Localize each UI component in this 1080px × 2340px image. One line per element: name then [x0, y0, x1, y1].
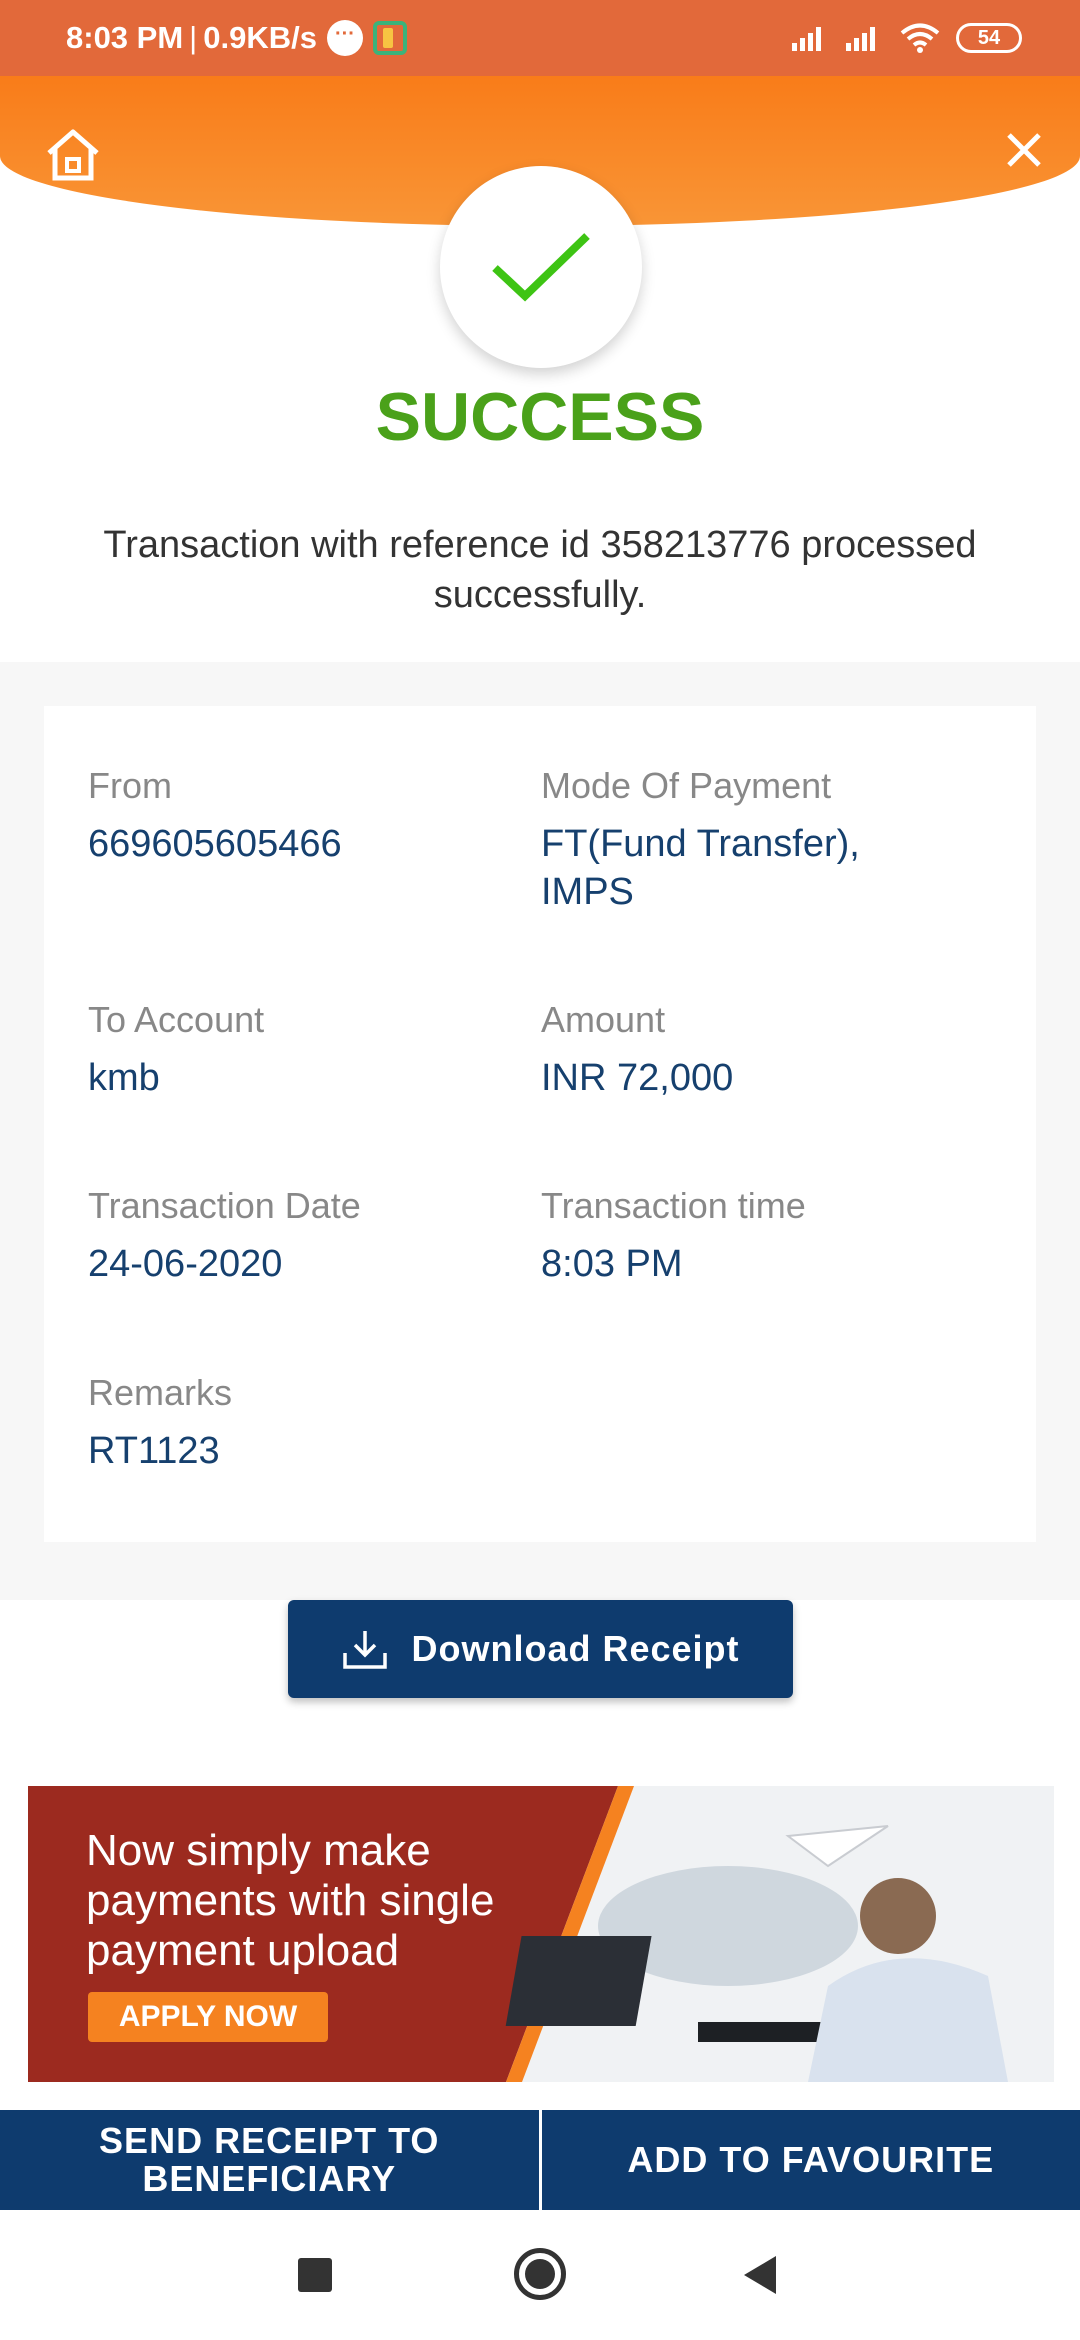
signal-icon-2 — [846, 27, 875, 51]
transaction-details-card: From 669605605466 Mode Of Payment FT(Fun… — [44, 706, 1036, 1542]
download-receipt-label: Download Receipt — [411, 1628, 740, 1669]
status-left: 8:03 PM | 0.9KB/s ··· — [66, 0, 407, 76]
send-receipt-label: SEND RECEIPT TO BENEFICIARY — [99, 2122, 439, 2198]
banner-line3: payment upload — [86, 1926, 400, 1975]
chat-dots: ··· — [334, 23, 355, 45]
promo-banner[interactable]: Now simply make payments with single pay… — [28, 1786, 1054, 2082]
to-account-field: To Account kmb — [88, 998, 508, 1102]
download-icon — [343, 1631, 388, 1669]
transaction-date-label: Transaction Date — [88, 1185, 361, 1226]
banner-line1: Now simply make — [86, 1826, 431, 1875]
wifi-icon — [900, 23, 940, 53]
remarks-value: RT1123 — [88, 1430, 220, 1472]
from-value: 669605605466 — [88, 823, 342, 865]
mode-of-payment-value: FT(Fund Transfer), IMPS — [541, 820, 981, 916]
home-button[interactable] — [40, 122, 106, 188]
send-receipt-line2: BENEFICIARY — [142, 2158, 397, 2199]
banner-text: Now simply make payments with single pay… — [86, 1826, 626, 1976]
status-right: 54 — [790, 0, 1022, 76]
download-receipt-button[interactable]: Download Receipt — [288, 1600, 793, 1698]
amount-field: Amount INR 72,000 — [541, 998, 961, 1102]
to-account-value: kmb — [88, 1057, 160, 1099]
add-to-favourite-label: ADD TO FAVOURITE — [627, 2139, 995, 2180]
success-badge — [440, 166, 642, 368]
transaction-date-value: 24-06-2020 — [88, 1243, 283, 1285]
send-receipt-button[interactable]: SEND RECEIPT TO BENEFICIARY — [0, 2110, 539, 2210]
battery-indicator: 54 — [956, 23, 1022, 53]
status-network-speed: 0.9KB/s — [203, 20, 317, 55]
close-icon — [1007, 133, 1041, 167]
apply-now-button[interactable]: APPLY NOW — [88, 1992, 328, 2042]
mode-of-payment-label: Mode Of Payment — [541, 765, 832, 806]
signal-icon — [792, 27, 821, 51]
transaction-time-value: 8:03 PM — [541, 1243, 683, 1285]
chat-notification-icon: ··· — [326, 20, 363, 56]
mode-of-payment-field: Mode Of Payment FT(Fund Transfer), IMPS — [541, 764, 981, 916]
mode-of-payment-line2: IMPS — [541, 871, 634, 913]
status-bar: 8:03 PM | 0.9KB/s ··· 54 — [0, 0, 1080, 76]
success-message: Transaction with reference id 358213776 … — [103, 524, 977, 616]
from-field: From 669605605466 — [88, 764, 508, 868]
amount-value: INR 72,000 — [541, 1057, 734, 1099]
transaction-date-field: Transaction Date 24-06-2020 — [88, 1184, 508, 1288]
add-to-favourite-button[interactable]: ADD TO FAVOURITE — [542, 2110, 1080, 2210]
recent-apps-button[interactable] — [298, 2258, 332, 2292]
bottom-action-bar: SEND RECEIPT TO BENEFICIARY ADD TO FAVOU… — [0, 2110, 1080, 2210]
transaction-time-field: Transaction time 8:03 PM — [541, 1184, 961, 1288]
home-nav-button[interactable] — [514, 2248, 566, 2300]
status-separator: | — [189, 20, 198, 55]
remarks-field: Remarks RT1123 — [88, 1371, 508, 1475]
app-notification-icon — [372, 21, 407, 55]
to-account-label: To Account — [88, 999, 265, 1040]
home-icon — [47, 129, 99, 181]
back-button[interactable] — [744, 2256, 776, 2294]
send-receipt-line1: SEND RECEIPT TO — [99, 2120, 440, 2161]
status-time: 8:03 PM — [66, 20, 184, 55]
from-label: From — [88, 765, 172, 806]
amount-label: Amount — [541, 999, 666, 1040]
success-title: SUCCESS — [375, 379, 705, 455]
remarks-label: Remarks — [88, 1372, 233, 1413]
check-icon — [492, 233, 590, 302]
mode-of-payment-line1: FT(Fund Transfer), — [541, 823, 860, 865]
transaction-time-label: Transaction time — [541, 1185, 806, 1226]
close-button[interactable] — [996, 122, 1052, 178]
banner-line2: payments with single — [86, 1876, 495, 1925]
